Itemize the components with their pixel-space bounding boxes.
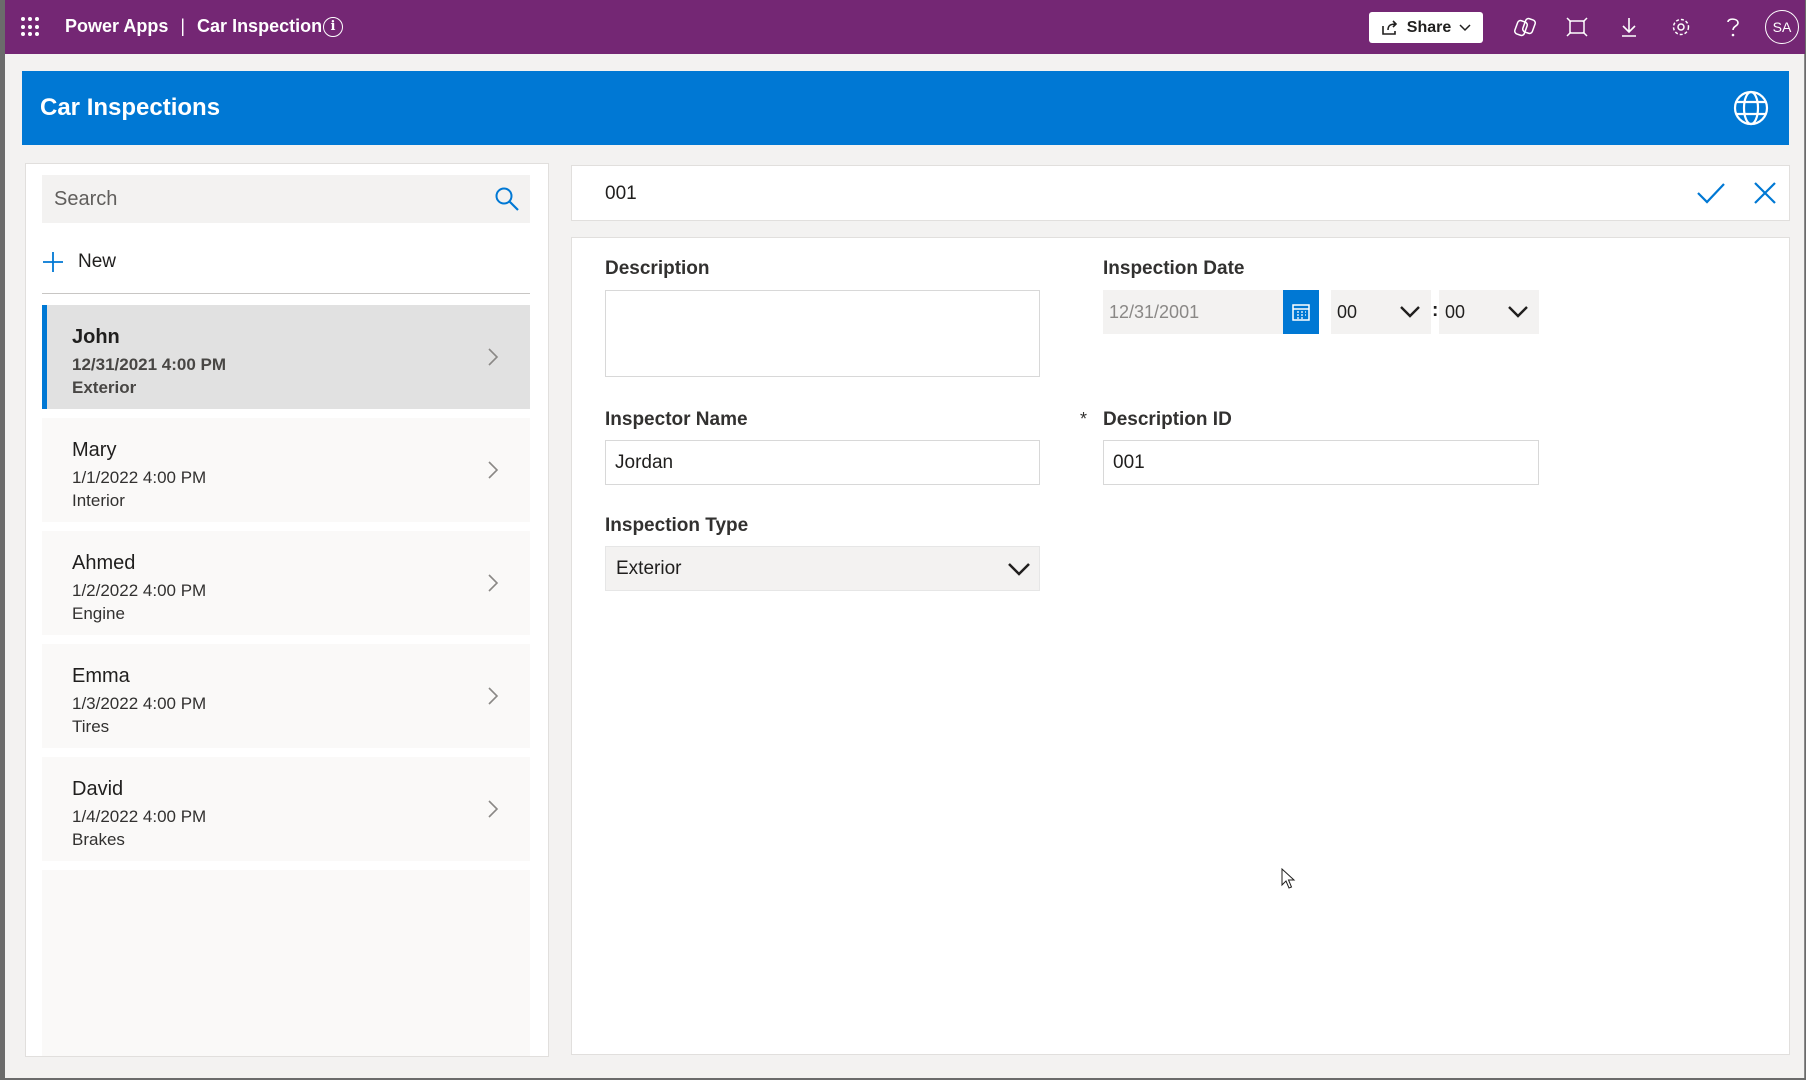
inspection-date-input[interactable]: 12/31/2001 <box>1103 290 1283 334</box>
chevron-down-icon <box>1007 558 1031 578</box>
divider <box>42 293 530 294</box>
hour-select[interactable]: 00 <box>1331 290 1431 334</box>
item-date: 1/4/2022 4:00 PM <box>72 807 206 827</box>
inspection-type-value: Exterior <box>616 558 681 580</box>
share-label: Share <box>1407 19 1451 37</box>
description-id-input[interactable]: 001 <box>1103 440 1539 485</box>
inspection-type-dropdown[interactable]: Exterior <box>605 546 1040 591</box>
list-empty-area <box>42 870 530 1056</box>
required-marker: * <box>1080 409 1087 430</box>
item-type: Interior <box>72 491 125 511</box>
help-icon[interactable] <box>1720 14 1746 40</box>
product-name: Power Apps <box>65 16 168 37</box>
item-name: David <box>72 778 123 801</box>
download-icon[interactable] <box>1616 14 1642 40</box>
list-item[interactable]: Mary 1/1/2022 4:00 PM Interior <box>42 418 530 522</box>
calendar-button[interactable] <box>1283 290 1319 334</box>
user-avatar[interactable]: SA <box>1765 10 1799 44</box>
new-record-button[interactable]: New <box>42 242 116 282</box>
info-icon[interactable]: i <box>323 17 343 37</box>
chevron-right-icon <box>486 573 500 593</box>
chevron-right-icon <box>486 686 500 706</box>
chevron-down-icon <box>1399 302 1421 320</box>
list-item[interactable]: John 12/31/2021 4:00 PM Exterior <box>42 305 530 409</box>
chevron-right-icon <box>486 799 500 819</box>
title-separator: | <box>180 16 185 37</box>
hour-value: 00 <box>1337 302 1357 323</box>
item-name: Mary <box>72 439 116 462</box>
chevron-down-icon <box>1459 24 1471 32</box>
checkmark-save-icon[interactable] <box>1696 180 1726 206</box>
mouse-cursor-icon <box>1281 868 1297 890</box>
item-date: 1/2/2022 4:00 PM <box>72 581 206 601</box>
globe-icon[interactable] <box>1733 90 1769 126</box>
item-type: Brakes <box>72 830 125 850</box>
minute-value: 00 <box>1445 302 1465 323</box>
settings-gear-icon[interactable] <box>1668 14 1694 40</box>
top-bar: Power Apps | Car Inspection i Share SA <box>5 0 1805 54</box>
item-date: 1/3/2022 4:00 PM <box>72 694 206 714</box>
description-input[interactable] <box>605 290 1040 377</box>
inspector-name-label: Inspector Name <box>605 409 748 431</box>
inspection-date-label: Inspection Date <box>1103 258 1244 280</box>
list-item[interactable]: Ahmed 1/2/2022 4:00 PM Engine <box>42 531 530 635</box>
search-icon[interactable] <box>494 186 520 212</box>
app-title: Power Apps | Car Inspection <box>65 16 322 37</box>
edit-form: Description Inspection Date 12/31/2001 0… <box>571 237 1790 1055</box>
calendar-icon <box>1292 303 1310 321</box>
item-name: Ahmed <box>72 552 135 575</box>
share-icon <box>1381 20 1399 36</box>
list-item[interactable]: Emma 1/3/2022 4:00 PM Tires <box>42 644 530 748</box>
item-date: 12/31/2021 4:00 PM <box>72 355 226 375</box>
app-name: Car Inspection <box>197 16 322 37</box>
new-label: New <box>78 251 116 273</box>
app-window: Power Apps | Car Inspection i Share SA C… <box>5 0 1805 1078</box>
fit-to-window-icon[interactable] <box>1564 14 1590 40</box>
share-button[interactable]: Share <box>1369 12 1483 43</box>
item-name: Emma <box>72 665 130 688</box>
page-title: Car Inspections <box>40 94 220 122</box>
item-date: 1/1/2022 4:00 PM <box>72 468 206 488</box>
item-type: Tires <box>72 717 109 737</box>
chevron-right-icon <box>486 460 500 480</box>
close-icon[interactable] <box>1752 180 1778 206</box>
minute-select[interactable]: 00 <box>1439 290 1539 334</box>
records-list: John 12/31/2021 4:00 PM Exterior Mary 1/… <box>42 305 530 870</box>
form-header: 001 <box>571 165 1790 221</box>
chevron-right-icon <box>486 347 500 367</box>
list-item[interactable]: David 1/4/2022 4:00 PM Brakes <box>42 757 530 861</box>
item-type: Exterior <box>72 378 136 398</box>
search-input[interactable] <box>42 175 482 223</box>
screen-header: Car Inspections <box>22 71 1789 145</box>
description-id-label: Description ID <box>1103 409 1232 431</box>
search-box <box>42 175 530 223</box>
item-name: John <box>72 326 120 349</box>
item-type: Engine <box>72 604 125 624</box>
description-label: Description <box>605 258 710 280</box>
chevron-down-icon <box>1507 302 1529 320</box>
form-title: 001 <box>605 183 637 205</box>
time-separator: : <box>1432 300 1438 322</box>
copilot-icon[interactable] <box>1512 14 1538 40</box>
inspection-type-label: Inspection Type <box>605 515 748 537</box>
inspector-name-input[interactable]: Jordan <box>605 440 1040 485</box>
records-panel: New John 12/31/2021 4:00 PM Exterior Mar… <box>25 163 549 1057</box>
plus-icon <box>42 251 64 273</box>
app-launcher-icon[interactable] <box>21 17 41 37</box>
